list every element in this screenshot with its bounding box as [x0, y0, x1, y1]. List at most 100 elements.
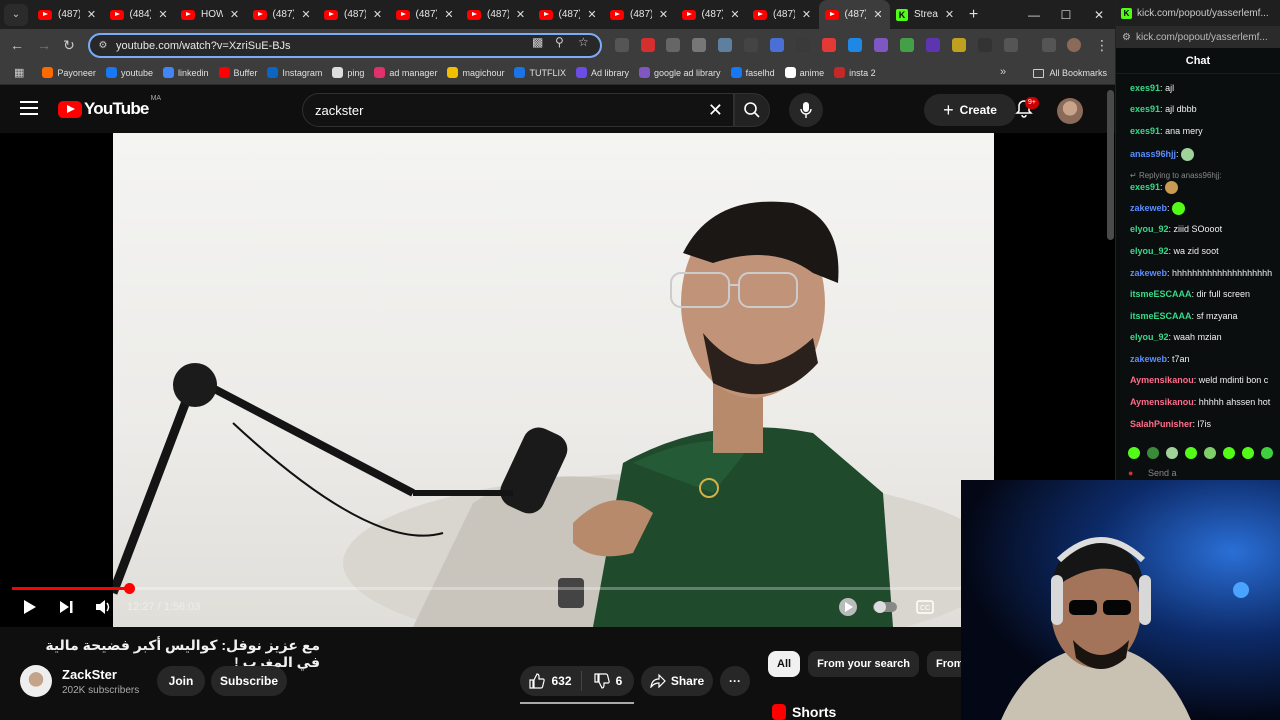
- bookmark-item[interactable]: ping: [332, 67, 364, 78]
- new-tab-button[interactable]: +: [962, 6, 986, 24]
- bookmark-item[interactable]: anime: [784, 67, 824, 78]
- more-actions-button[interactable]: ···: [720, 666, 750, 696]
- minimize-button[interactable]: —: [1018, 0, 1050, 29]
- emote-icon[interactable]: [1128, 447, 1140, 459]
- close-tab-icon[interactable]: ✕: [157, 8, 169, 21]
- extension-icon[interactable]: [900, 38, 914, 52]
- browser-tab[interactable]: (487) ✕: [604, 0, 676, 29]
- channel-name[interactable]: ZackSter: [62, 667, 117, 682]
- media-control-icon[interactable]: [1042, 38, 1056, 52]
- emote-icon[interactable]: [1185, 447, 1197, 459]
- bookmark-item[interactable]: TUTFLIX: [514, 67, 566, 78]
- extension-icon[interactable]: [978, 38, 992, 52]
- chat-username[interactable]: Aymensikanou: [1130, 397, 1194, 407]
- site-info-icon[interactable]: ⚙: [96, 39, 110, 53]
- forward-button[interactable]: →: [32, 29, 56, 61]
- account-avatar[interactable]: [1057, 98, 1083, 124]
- chat-username[interactable]: Aymensikanou: [1130, 375, 1194, 385]
- extension-icon[interactable]: [744, 38, 758, 52]
- extension-icon[interactable]: [718, 38, 732, 52]
- bookmark-item[interactable]: Ad library: [576, 67, 629, 78]
- close-tab-icon[interactable]: ✕: [801, 8, 813, 21]
- zoom-icon[interactable]: ⚲: [555, 35, 564, 49]
- address-bar[interactable]: ⚙ youtube.com/watch?v=XzriSuE-BJs: [88, 33, 602, 58]
- chat-username[interactable]: elyou_92: [1130, 246, 1169, 256]
- next-button[interactable]: [55, 596, 77, 618]
- like-button[interactable]: 632: [520, 671, 582, 691]
- close-tab-icon[interactable]: ✕: [515, 8, 527, 21]
- chat-username[interactable]: itsmeESCAAA: [1130, 289, 1192, 299]
- create-button[interactable]: + Create: [924, 94, 1016, 126]
- close-tab-icon[interactable]: ✕: [658, 8, 670, 21]
- filter-chip[interactable]: From your search: [808, 651, 919, 677]
- emote-icon[interactable]: [1166, 447, 1178, 459]
- chat-username[interactable]: exes91: [1130, 83, 1160, 93]
- play-button[interactable]: [18, 596, 40, 618]
- close-tab-icon[interactable]: ✕: [443, 8, 455, 21]
- youtube-logo[interactable]: YouTube MA: [58, 95, 161, 119]
- chat-username[interactable]: zakeweb: [1130, 268, 1167, 278]
- extension-icon[interactable]: [952, 38, 966, 52]
- chat-send-input[interactable]: ● Send a: [1128, 468, 1176, 478]
- bookmark-item[interactable]: Instagram: [267, 67, 322, 78]
- share-button[interactable]: Share: [641, 666, 713, 696]
- emote-icon[interactable]: [1261, 447, 1273, 459]
- menu-hamburger-icon[interactable]: [20, 101, 38, 119]
- reload-button[interactable]: ↻: [57, 29, 81, 61]
- search-input[interactable]: zackster ✕: [302, 93, 734, 127]
- volume-button[interactable]: [93, 596, 115, 618]
- more-bookmarks-icon[interactable]: »: [1000, 66, 1006, 78]
- back-button[interactable]: ←: [5, 29, 29, 61]
- autoplay-play-icon[interactable]: [837, 596, 859, 618]
- captions-button[interactable]: CC: [914, 596, 936, 618]
- filter-chip[interactable]: All: [768, 651, 801, 677]
- clear-search-icon[interactable]: ✕: [708, 100, 723, 121]
- close-window-button[interactable]: ✕: [1083, 0, 1115, 29]
- extension-icon[interactable]: [926, 38, 940, 52]
- progress-bar[interactable]: [12, 587, 1103, 590]
- browser-tab[interactable]: (487) ✕: [390, 0, 462, 29]
- close-tab-icon[interactable]: ✕: [586, 8, 598, 21]
- video-player[interactable]: 12:27 / 1:56:03 CC: [0, 133, 1115, 627]
- bookmark-item[interactable]: insta 2: [834, 67, 876, 78]
- extensions-puzzle-icon[interactable]: [1004, 38, 1018, 52]
- browser-tab[interactable]: (484) ✕: [104, 0, 176, 29]
- browser-tab[interactable]: K Strea ✕: [890, 0, 962, 29]
- extension-icon[interactable]: [822, 38, 836, 52]
- bookmark-item[interactable]: ad manager: [374, 67, 437, 78]
- extension-icon[interactable]: [641, 38, 655, 52]
- chat-username[interactable]: itsmeESCAAA: [1130, 311, 1192, 321]
- browser-menu-icon[interactable]: ⋮: [1090, 29, 1114, 61]
- bookmark-item[interactable]: linkedin: [162, 67, 209, 78]
- chat-username[interactable]: zakeweb: [1130, 354, 1167, 364]
- chat-username[interactable]: zakeweb: [1130, 203, 1167, 213]
- close-tab-icon[interactable]: ✕: [729, 8, 741, 21]
- browser-tab[interactable]: (487) ✕: [676, 0, 748, 29]
- browser-tab[interactable]: (487) ✕: [747, 0, 819, 29]
- page-scrollbar[interactable]: [1107, 90, 1114, 240]
- browser-tab[interactable]: (487) ✕: [533, 0, 605, 29]
- extension-icon[interactable]: [796, 38, 810, 52]
- chat-username[interactable]: elyou_92: [1130, 332, 1169, 342]
- profile-avatar-icon[interactable]: [1067, 38, 1081, 52]
- extension-icon[interactable]: [615, 38, 629, 52]
- extension-icon[interactable]: [770, 38, 784, 52]
- scrubber-handle[interactable]: [123, 583, 135, 594]
- chat-address-bar[interactable]: ⚙ kick.com/popout/yasserlemf...: [1116, 26, 1280, 48]
- close-tab-icon[interactable]: ✕: [229, 8, 241, 21]
- autoplay-toggle[interactable]: [872, 596, 898, 618]
- bookmark-item[interactable]: Payoneer: [42, 67, 96, 78]
- browser-tab[interactable]: (487) ✕: [818, 0, 890, 29]
- bookmark-item[interactable]: faselhd: [730, 67, 775, 78]
- all-bookmarks-button[interactable]: All Bookmarks: [1033, 61, 1107, 85]
- close-tab-icon[interactable]: ✕: [944, 8, 956, 21]
- search-button[interactable]: [734, 93, 770, 127]
- emote-icon[interactable]: [1147, 447, 1159, 459]
- chat-username[interactable]: anass96hjj: [1130, 149, 1176, 159]
- chat-username[interactable]: elyou_92: [1130, 224, 1169, 234]
- voice-search-button[interactable]: [789, 93, 823, 127]
- extension-icon[interactable]: [692, 38, 706, 52]
- chat-username[interactable]: exes91: [1130, 126, 1160, 136]
- bookmark-item[interactable]: google ad library: [639, 67, 721, 78]
- emote-icon[interactable]: [1204, 447, 1216, 459]
